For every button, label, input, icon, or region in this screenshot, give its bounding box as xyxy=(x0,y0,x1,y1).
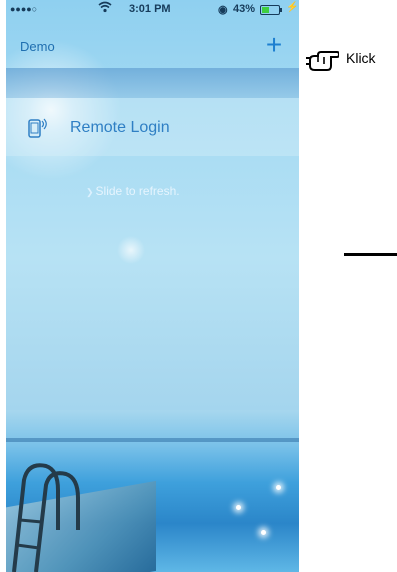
list-item-label: Remote Login xyxy=(70,119,170,136)
bolt-icon: ⚡ xyxy=(286,2,299,13)
battery-fill xyxy=(262,7,269,13)
pointing-hand-icon xyxy=(305,42,341,72)
list-item-remote-login[interactable]: Remote Login xyxy=(6,98,299,156)
nav-title: Demo xyxy=(20,39,55,54)
phone-screen: ●●●●○ 3:01 PM ◉ 43% ⚡ Demo + Remote Logi… xyxy=(6,0,299,572)
click-label: Klick xyxy=(346,50,376,66)
refresh-hint: ❯ Slide to refresh. xyxy=(86,184,180,198)
signal-strength: ●●●●○ xyxy=(10,4,38,14)
chevron-down-icon: ❯ xyxy=(86,187,94,197)
wifi-icon xyxy=(98,1,112,16)
status-time: 3:01 PM xyxy=(129,3,171,15)
click-annotation: Klick xyxy=(305,38,395,78)
section-divider xyxy=(6,68,299,98)
annotation-line xyxy=(344,253,397,256)
remote-device-icon xyxy=(26,116,50,140)
status-bar: ●●●●○ 3:01 PM ◉ 43% ⚡ xyxy=(6,0,299,20)
battery-icon xyxy=(260,5,282,15)
battery-percent: 43% xyxy=(233,3,256,15)
refresh-hint-text: Slide to refresh. xyxy=(95,184,180,198)
nav-bar: Demo + xyxy=(6,20,299,68)
pool-ladder-graphic xyxy=(12,463,80,572)
alarm-icon: ◉ xyxy=(218,4,228,16)
add-button[interactable]: + xyxy=(262,30,286,60)
background-pool-image xyxy=(6,410,299,572)
